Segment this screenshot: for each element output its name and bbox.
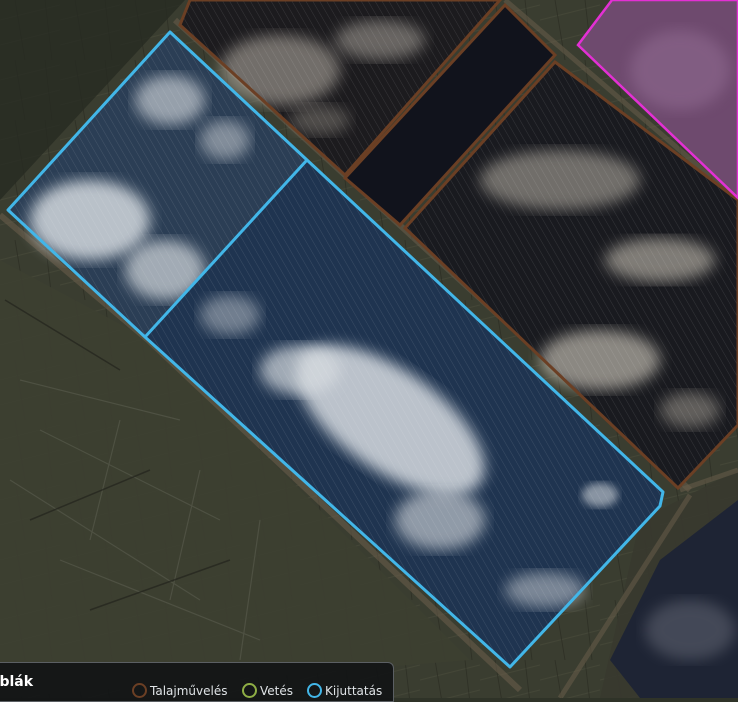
legend-title: áblák (0, 674, 34, 690)
circle-icon (242, 683, 257, 698)
legend-item-talajmuveles[interactable]: Talajművelés (132, 683, 227, 698)
circle-icon (132, 683, 147, 698)
legend-item-label: Kijuttatás (325, 683, 383, 698)
satellite-map[interactable] (0, 0, 738, 698)
legend-item-kijuttatas[interactable]: Kijuttatás (307, 683, 382, 698)
circle-icon (307, 683, 322, 698)
map-canvas[interactable] (0, 0, 738, 698)
legend-panel: áblák Talajművelés Vetés Kijuttatás (0, 662, 394, 702)
legend-item-label: Vetés (260, 683, 293, 698)
legend-item-vetes[interactable]: Vetés (242, 683, 293, 698)
legend-item-label: Talajművelés (150, 683, 228, 698)
neighbor-field-texture (645, 600, 735, 660)
